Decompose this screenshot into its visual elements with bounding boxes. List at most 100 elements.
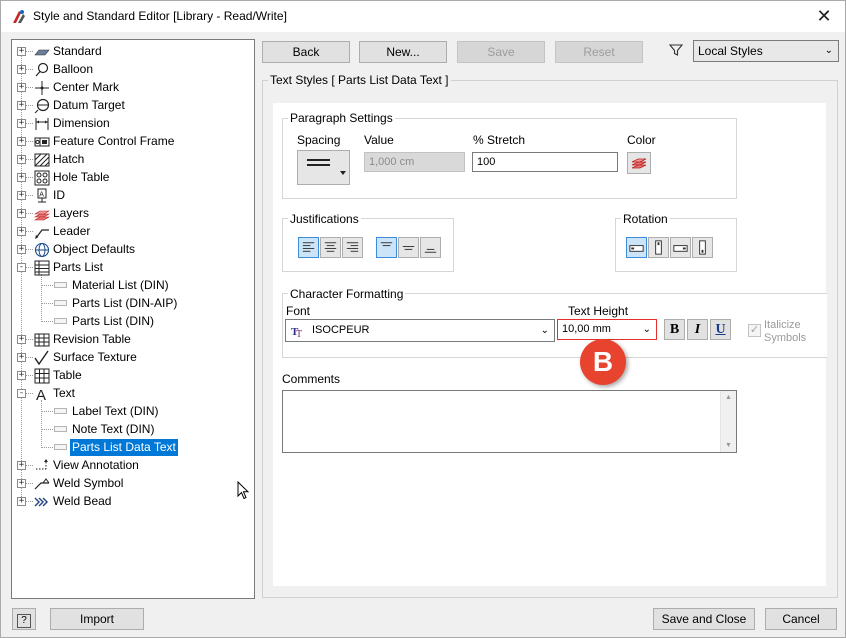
- italicize-label-line2: Symbols: [764, 332, 807, 344]
- tree-item[interactable]: + Object Defaults: [12, 241, 252, 258]
- comments-scrollbar[interactable]: ▲ ▼: [720, 391, 736, 452]
- underline-button[interactable]: U: [710, 319, 731, 340]
- expand-icon[interactable]: +: [17, 101, 26, 110]
- feature-control-frame-icon: [34, 137, 50, 147]
- tree-child-item[interactable]: Parts List (DIN): [12, 313, 252, 330]
- expand-icon[interactable]: +: [17, 461, 26, 470]
- close-icon[interactable]: ✕: [811, 5, 837, 27]
- tree-branch-line: [41, 321, 53, 322]
- style-tree[interactable]: + Standard + Balloon + Center Mark + Datum Targ…: [11, 39, 255, 599]
- justify-right-button[interactable]: [342, 237, 363, 258]
- reset-button[interactable]: Reset: [555, 41, 643, 63]
- spacing-dropdown[interactable]: [297, 150, 350, 185]
- tree-item[interactable]: + Surface Texture: [12, 349, 252, 366]
- text-height-select[interactable]: 10,00 mm ⌄: [557, 319, 657, 340]
- app-logo-icon: [13, 10, 25, 23]
- help-button[interactable]: ?: [12, 608, 36, 630]
- expand-icon[interactable]: +: [17, 191, 26, 200]
- tree-item[interactable]: - Parts List: [12, 259, 252, 276]
- rotation-0-button[interactable]: [626, 237, 647, 258]
- tree-item[interactable]: - A Text: [12, 385, 252, 402]
- tree-item[interactable]: + View Annotation: [12, 457, 252, 474]
- expand-icon[interactable]: +: [17, 227, 26, 236]
- tree-child-item[interactable]: Parts List Data Text: [12, 439, 252, 456]
- style-filter-value: Local Styles: [698, 44, 763, 58]
- import-button[interactable]: Import: [50, 608, 144, 630]
- expand-icon[interactable]: +: [17, 65, 26, 74]
- rotation-90-button[interactable]: [648, 237, 669, 258]
- stretch-field[interactable]: 100: [472, 152, 618, 172]
- save-button[interactable]: Save: [457, 41, 545, 63]
- mouse-cursor-icon: [237, 481, 250, 500]
- align-bottom-button[interactable]: [420, 237, 441, 258]
- text-rotation-icon: [655, 240, 662, 255]
- tree-item[interactable]: + Hole Table: [12, 169, 252, 186]
- table-icon: [34, 368, 50, 384]
- back-button[interactable]: Back: [262, 41, 350, 63]
- tree-child-item[interactable]: Note Text (DIN): [12, 421, 252, 438]
- tree-item[interactable]: + Weld Bead: [12, 493, 252, 510]
- expand-icon[interactable]: +: [17, 245, 26, 254]
- tree-item[interactable]: + Datum Target: [12, 97, 252, 114]
- cancel-button[interactable]: Cancel: [765, 608, 837, 630]
- scroll-down-icon[interactable]: ▼: [725, 442, 732, 449]
- expand-icon[interactable]: +: [17, 137, 26, 146]
- tree-item-label: Note Text (DIN): [72, 422, 155, 436]
- justify-left-button[interactable]: [298, 237, 319, 258]
- tree-child-item[interactable]: Parts List (DIN-AIP): [12, 295, 252, 312]
- tree-item[interactable]: + A ID: [12, 187, 252, 204]
- expand-icon[interactable]: +: [17, 209, 26, 218]
- justify-center-button[interactable]: [320, 237, 341, 258]
- style-item-icon: [54, 300, 67, 306]
- tree-item-label: Balloon: [53, 62, 94, 76]
- weld-bead-icon: [34, 497, 49, 507]
- tree-item[interactable]: + Feature Control Frame: [12, 133, 252, 150]
- tree-item-label: Material List (DIN): [72, 278, 169, 292]
- expand-icon[interactable]: +: [17, 155, 26, 164]
- rotation-270-button[interactable]: [692, 237, 713, 258]
- italicize-symbols-checkbox[interactable]: ✓: [748, 324, 761, 337]
- tree-child-item[interactable]: Label Text (DIN): [12, 403, 252, 420]
- tree-child-item[interactable]: Material List (DIN): [12, 277, 252, 294]
- align-top-button[interactable]: [376, 237, 397, 258]
- tree-item-label: View Annotation: [53, 458, 139, 472]
- scroll-up-icon[interactable]: ▲: [725, 394, 732, 401]
- tree-item[interactable]: + Weld Symbol: [12, 475, 252, 492]
- italic-button[interactable]: I: [687, 319, 708, 340]
- expand-icon[interactable]: +: [17, 83, 26, 92]
- tree-item-label: Dimension: [53, 116, 110, 130]
- tree-item[interactable]: + Leader: [12, 223, 252, 240]
- tree-item[interactable]: + Balloon: [12, 61, 252, 78]
- expand-icon[interactable]: +: [17, 353, 26, 362]
- expand-icon[interactable]: +: [17, 479, 26, 488]
- font-select[interactable]: T T ISOCPEUR ⌄: [285, 319, 555, 342]
- save-and-close-button[interactable]: Save and Close: [653, 608, 755, 630]
- tree-item[interactable]: + Center Mark: [12, 79, 252, 96]
- bold-button[interactable]: B: [664, 319, 685, 340]
- rotation-180-button[interactable]: [670, 237, 691, 258]
- color-button[interactable]: [627, 152, 651, 174]
- value-field[interactable]: 1,000 cm: [364, 152, 465, 172]
- comments-field[interactable]: ▲ ▼: [282, 390, 737, 453]
- collapse-icon[interactable]: -: [17, 263, 26, 272]
- tree-item[interactable]: + Hatch: [12, 151, 252, 168]
- expand-icon[interactable]: +: [17, 335, 26, 344]
- tree-item[interactable]: + Dimension: [12, 115, 252, 132]
- style-filter-select[interactable]: Local Styles ⌄: [693, 40, 839, 62]
- chevron-down-icon: ⌄: [824, 45, 833, 56]
- tree-item-label: Revision Table: [53, 332, 131, 346]
- expand-icon[interactable]: +: [17, 119, 26, 128]
- new-button[interactable]: New...: [359, 41, 447, 63]
- align-middle-button[interactable]: [398, 237, 419, 258]
- style-editor-window: Style and Standard Editor [Library - Rea…: [0, 0, 846, 638]
- collapse-icon[interactable]: -: [17, 389, 26, 398]
- tree-item[interactable]: + Standard: [12, 43, 252, 60]
- expand-icon[interactable]: +: [17, 497, 26, 506]
- tree-item[interactable]: + Table: [12, 367, 252, 384]
- tree-item[interactable]: + Layers: [12, 205, 252, 222]
- text-icon: A: [36, 387, 46, 402]
- tree-item[interactable]: + Revision Table: [12, 331, 252, 348]
- expand-icon[interactable]: +: [17, 173, 26, 182]
- expand-icon[interactable]: +: [17, 47, 26, 56]
- expand-icon[interactable]: +: [17, 371, 26, 380]
